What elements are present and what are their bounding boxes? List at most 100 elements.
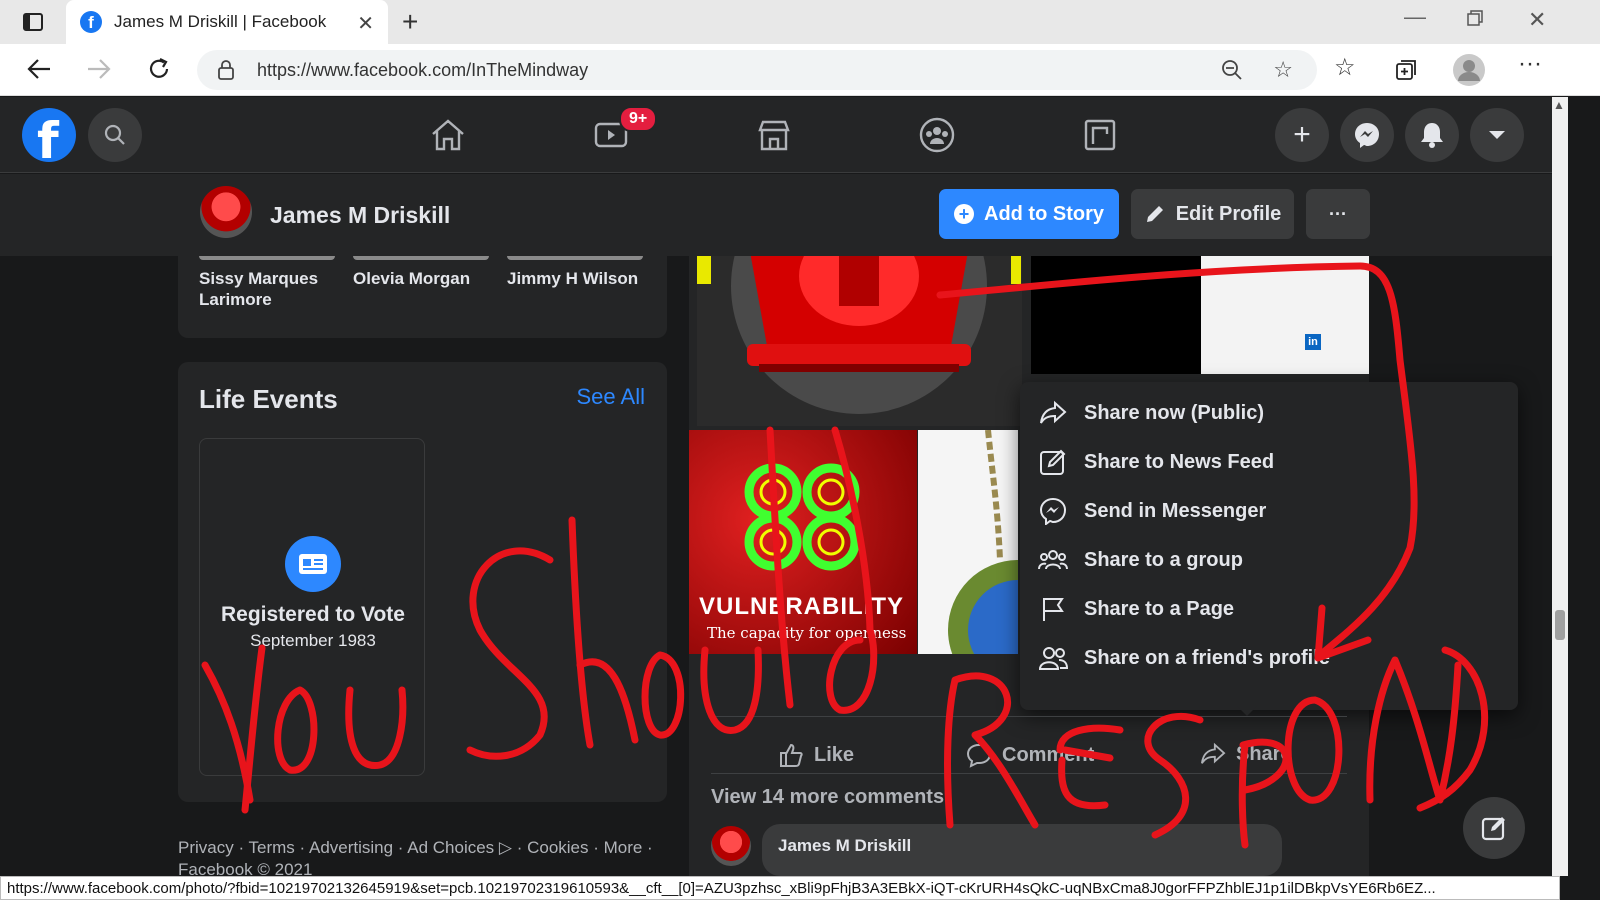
friend-photo[interactable] [199, 256, 335, 260]
bell-icon [1421, 123, 1443, 148]
messenger-button[interactable] [1340, 108, 1394, 162]
plus-circle-icon: + [954, 204, 974, 224]
status-bar-url: https://www.facebook.com/photo/?fbid=102… [0, 876, 1560, 900]
back-icon[interactable] [26, 57, 52, 81]
add-favorite-icon[interactable]: ☆ [1273, 57, 1293, 83]
post-photo-dark[interactable] [1031, 256, 1201, 374]
edit-profile-button[interactable]: Edit Profile [1131, 189, 1294, 239]
friend-name[interactable]: Jimmy H Wilson [507, 268, 657, 289]
facebook-top-nav: f + [0, 97, 1552, 173]
footer-links-line[interactable]: Privacy · Terms · Advertising · Ad Choic… [178, 838, 653, 858]
new-tab-button[interactable]: + [402, 8, 418, 36]
friend-photo[interactable] [507, 256, 643, 260]
friends-icon [1038, 643, 1068, 673]
send-in-messenger[interactable]: Send in Messenger [1038, 490, 1266, 532]
collections-icon[interactable] [1394, 58, 1418, 82]
create-button[interactable]: + [1275, 108, 1329, 162]
account-menu-button[interactable] [1470, 108, 1524, 162]
restore-icon[interactable] [1466, 9, 1484, 27]
friend-name[interactable]: Olevia Morgan [353, 268, 503, 289]
add-to-story-button[interactable]: + Add to Story [939, 189, 1119, 239]
profile-more-button[interactable]: ··· [1306, 189, 1370, 239]
footer-links: Privacy · Terms · Advertising · Ad Choic… [178, 838, 653, 880]
action-bar-divider [711, 716, 1347, 717]
minimize-icon[interactable]: — [1404, 6, 1426, 28]
close-window-icon[interactable]: ✕ [1528, 9, 1546, 31]
profile-name[interactable]: James M Driskill [270, 202, 450, 229]
gaming-icon[interactable] [1080, 117, 1120, 153]
share-news-feed-label: Share to News Feed [1084, 450, 1275, 473]
post-photo-alarm[interactable] [697, 256, 1022, 426]
favorites-icon[interactable]: ☆ [1334, 56, 1356, 80]
thumbs-up-icon [780, 743, 803, 767]
notifications-button[interactable] [1405, 108, 1459, 162]
comment-bubble: James M Driskill [762, 824, 1282, 876]
friends-card: Sissy Marques Larimore Olevia Morgan Jim… [178, 240, 667, 338]
profile-avatar[interactable] [200, 186, 252, 238]
flag-icon [1038, 594, 1068, 624]
browser-address-bar: https://www.facebook.com/InTheMindway ☆ … [0, 44, 1600, 96]
new-message-button[interactable] [1463, 797, 1525, 859]
marketplace-icon[interactable] [754, 117, 794, 153]
scrollbar-thumb[interactable] [1555, 610, 1565, 640]
tab-title: James M Driskill | Facebook [114, 12, 327, 31]
facebook-logo-icon[interactable]: f [22, 108, 76, 162]
plus-icon: + [1293, 118, 1311, 151]
post-photo-pendant[interactable] [918, 430, 1018, 654]
commenter-name[interactable]: James M Driskill [778, 836, 911, 856]
send-messenger-label: Send in Messenger [1084, 499, 1267, 522]
refresh-icon[interactable] [146, 56, 172, 82]
groups-icon[interactable] [917, 117, 957, 153]
share-now-public[interactable]: Share now (Public) [1038, 392, 1264, 434]
friend-photo[interactable] [353, 256, 489, 260]
messenger-icon [1355, 123, 1379, 148]
id-card-icon [285, 536, 341, 592]
post-photo-vulnerability[interactable]: VULNERABILITY The capacity for openness [689, 430, 917, 654]
share-button[interactable]: Share [1200, 742, 1292, 766]
search-icon [104, 124, 125, 145]
life-event-title: Registered to Vote [221, 603, 405, 626]
watch-notification-badge: 9+ [619, 106, 658, 132]
close-tab-icon[interactable]: ✕ [357, 11, 374, 36]
settings-more-icon[interactable]: ··· [1518, 52, 1542, 76]
lock-icon[interactable] [217, 59, 235, 81]
share-friend-label: Share on a friend's profile [1084, 646, 1330, 669]
share-now-label: Share now (Public) [1084, 401, 1265, 424]
home-icon[interactable] [428, 117, 468, 153]
browser-tab[interactable]: f James M Driskill | Facebook ✕ [66, 0, 388, 44]
caret-down-icon [1489, 131, 1505, 139]
share-on-friends-profile[interactable]: Share on a friend's profile [1038, 637, 1330, 679]
comment-button[interactable]: Comment [966, 742, 1094, 768]
share-to-group[interactable]: Share to a group [1038, 539, 1243, 581]
share-arrow-icon [1038, 398, 1068, 428]
share-icon [1201, 742, 1226, 764]
pencil-icon [1146, 206, 1163, 222]
life-event-date: September 1983 [250, 631, 376, 650]
post-photo-document[interactable]: in [1201, 256, 1369, 374]
alarm-light-icon [731, 256, 987, 414]
search-button[interactable] [88, 108, 142, 162]
tab-actions-icon[interactable] [22, 11, 44, 33]
comment-icon [966, 743, 992, 768]
url-field[interactable]: https://www.facebook.com/InTheMindway ☆ [197, 50, 1317, 90]
see-all-link[interactable]: See All [577, 384, 646, 410]
compose-icon [1481, 817, 1505, 841]
commenter-avatar[interactable] [711, 826, 751, 866]
profile-avatar-icon[interactable] [1452, 53, 1486, 87]
page-scrollbar[interactable] [1552, 97, 1568, 876]
edit-profile-label: Edit Profile [1175, 202, 1282, 225]
scroll-up-arrow-icon[interactable]: ▲ [1553, 98, 1565, 112]
url-text: https://www.facebook.com/InTheMindway [257, 59, 589, 80]
view-more-comments-link[interactable]: View 14 more comments [711, 786, 944, 809]
like-button[interactable]: Like [778, 742, 854, 768]
zoom-out-icon[interactable] [1221, 59, 1243, 81]
friend-name[interactable]: Sissy Marques Larimore [199, 268, 339, 310]
action-bar-divider-bottom [711, 773, 1347, 774]
add-to-story-label: Add to Story [984, 202, 1104, 225]
life-event-tile[interactable]: Registered to Vote September 1983 [199, 438, 425, 776]
edit-icon [1038, 447, 1068, 477]
forward-icon[interactable] [86, 57, 112, 81]
share-to-page[interactable]: Share to a Page [1038, 588, 1234, 630]
share-to-news-feed[interactable]: Share to News Feed [1038, 441, 1274, 483]
group-icon [1038, 545, 1068, 575]
